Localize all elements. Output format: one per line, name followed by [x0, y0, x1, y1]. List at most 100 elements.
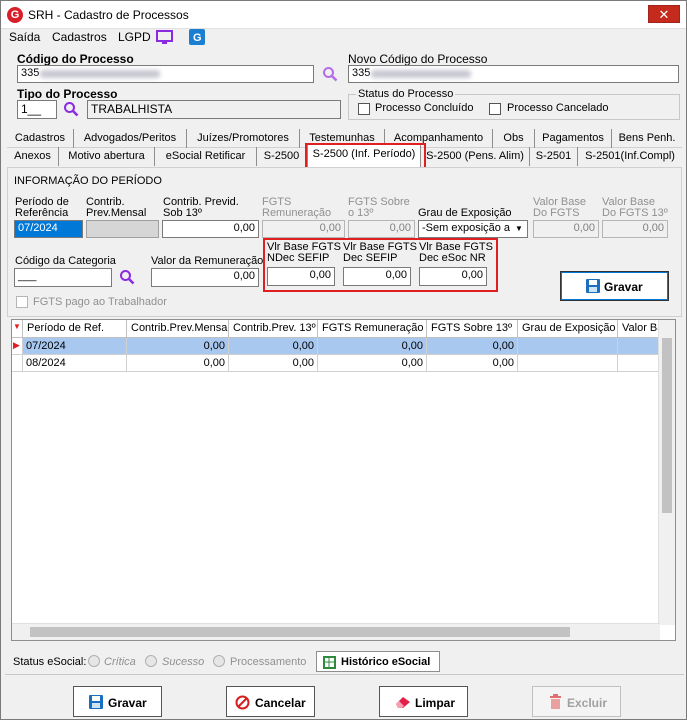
- codigo-value: 335: [21, 67, 40, 79]
- table-row-cell[interactable]: [618, 355, 660, 372]
- grid-header-valor-base[interactable]: Valor Base: [618, 320, 660, 338]
- critica-radio[interactable]: [88, 655, 100, 667]
- limpar-label: Limpar: [415, 696, 456, 710]
- historico-label: Histórico eSocial: [341, 656, 431, 668]
- periodo-ref-input[interactable]: 07/2024: [14, 220, 83, 238]
- cancelar-button[interactable]: Cancelar: [226, 686, 315, 717]
- tipo-label: Tipo do Processo: [17, 87, 118, 101]
- gravar-button[interactable]: Gravar: [73, 686, 162, 717]
- tab-s2501-inf-compl[interactable]: S-2501(Inf.Compl): [578, 147, 682, 166]
- vb-fgts13-input[interactable]: 0,00: [602, 220, 668, 238]
- periodo-gravar-button[interactable]: Gravar: [560, 271, 669, 301]
- table-row-cell[interactable]: 0,00: [127, 338, 229, 355]
- processo-cancelado-checkbox[interactable]: [489, 103, 501, 115]
- periodo-grid[interactable]: ▼ Período de Ref. Contrib.Prev.Mensal Co…: [11, 319, 676, 641]
- categoria-input[interactable]: ___: [14, 268, 112, 287]
- menu-cadastros[interactable]: Cadastros: [52, 30, 107, 44]
- tab-s2501[interactable]: S-2501: [530, 147, 578, 166]
- grau-label: Grau de Exposição: [418, 207, 512, 219]
- processamento-radio[interactable]: [213, 655, 225, 667]
- table-row-cell[interactable]: 08/2024: [23, 355, 127, 372]
- tab-s2500[interactable]: S-2500: [257, 147, 307, 166]
- fgts-pago-checkbox[interactable]: [16, 296, 28, 308]
- grid-row-indicator: [12, 355, 23, 372]
- sucesso-label: Sucesso: [162, 656, 205, 668]
- tab-anexos[interactable]: Anexos: [7, 147, 59, 166]
- valor-rem-input[interactable]: 0,00: [151, 268, 259, 287]
- fgts-fields-highlight-box: [263, 238, 498, 292]
- brand-g-icon[interactable]: G: [189, 29, 205, 45]
- fgts-13-label: FGTS Sobre o 13º: [348, 196, 410, 219]
- table-row-cell[interactable]: [518, 338, 618, 355]
- grau-select-value: -Sem exposição a: [422, 222, 511, 234]
- table-row-cell[interactable]: 0,00: [318, 338, 427, 355]
- tab-juizes[interactable]: Juízes/Promotores: [187, 129, 300, 148]
- table-row-cell[interactable]: 0,00: [127, 355, 229, 372]
- tab-cadastros[interactable]: Cadastros: [7, 129, 74, 148]
- novo-codigo-value: 335: [352, 67, 371, 79]
- processamento-label: Processamento: [230, 656, 307, 668]
- table-row-cell[interactable]: 0,00: [229, 338, 318, 355]
- search-icon[interactable]: [322, 66, 338, 82]
- fgts-13-input[interactable]: 0,00: [348, 220, 415, 238]
- menu-bar: Saída Cadastros LGPD G: [1, 29, 686, 47]
- table-row-cell[interactable]: [518, 355, 618, 372]
- tab-s2500-pens-alim[interactable]: S-2500 (Pens. Alim): [421, 147, 530, 166]
- processo-concluido-checkbox[interactable]: [358, 103, 370, 115]
- app-logo-icon: G: [7, 7, 23, 23]
- tab-pagamentos[interactable]: Pagamentos: [535, 129, 612, 148]
- main-window: G SRH - Cadastro de Processos ✕ Saída Ca…: [0, 0, 687, 720]
- contrib-13-input[interactable]: 0,00: [162, 220, 259, 238]
- contrib-mensal-label: Contrib. Prev.Mensal: [86, 196, 147, 219]
- grid-header-periodo[interactable]: Período de Ref.: [23, 320, 127, 338]
- codigo-input[interactable]: 335: [17, 65, 314, 83]
- tab-obs[interactable]: Obs: [493, 129, 535, 148]
- categoria-label: Código da Categoria: [15, 255, 116, 267]
- grid-header-fgts-rem[interactable]: FGTS Remuneração: [318, 320, 427, 338]
- historico-esocial-button[interactable]: Histórico eSocial: [316, 651, 440, 672]
- grid-horizontal-scrollbar[interactable]: [12, 623, 660, 640]
- contrib-13-label: Contrib. Previd. Sob 13º: [163, 196, 239, 219]
- vb-fgts-label: Valor Base Do FGTS: [533, 196, 586, 219]
- scrollbar-thumb[interactable]: [30, 627, 570, 637]
- chevron-down-icon[interactable]: ▼: [512, 222, 526, 236]
- tipo-code-input[interactable]: 1__: [17, 100, 57, 119]
- grid-header-contrib-mensal[interactable]: Contrib.Prev.Mensal: [127, 320, 229, 338]
- grid-header-contrib-13[interactable]: Contrib.Prev. 13º: [229, 320, 318, 338]
- close-button[interactable]: ✕: [648, 5, 680, 23]
- novo-codigo-label: Novo Código do Processo: [348, 52, 488, 66]
- monitor-icon[interactable]: [156, 30, 174, 45]
- sucesso-radio[interactable]: [145, 655, 157, 667]
- processo-cancelado-label: Processo Cancelado: [507, 102, 609, 114]
- table-row-cell[interactable]: 0,00: [427, 355, 518, 372]
- menu-lgpd[interactable]: LGPD: [118, 30, 151, 44]
- search-icon[interactable]: [119, 269, 135, 285]
- table-row-cell[interactable]: 0,00: [318, 355, 427, 372]
- fgts-rem-input[interactable]: 0,00: [262, 220, 345, 238]
- limpar-button[interactable]: Limpar: [379, 686, 468, 717]
- tab-bens-penh[interactable]: Bens Penh.: [612, 129, 682, 148]
- table-row-cell[interactable]: 0,00: [229, 355, 318, 372]
- novo-codigo-input[interactable]: 335: [348, 65, 679, 83]
- table-row-cell[interactable]: 0,00: [427, 338, 518, 355]
- tab-motivo-abertura[interactable]: Motivo abertura: [59, 147, 155, 166]
- scrollbar-thumb[interactable]: [662, 338, 672, 513]
- table-row-cell[interactable]: [618, 338, 660, 355]
- trash-icon: [550, 694, 561, 709]
- vb-fgts-input[interactable]: 0,00: [533, 220, 599, 238]
- tab-advogados[interactable]: Advogados/Peritos: [74, 129, 187, 148]
- grid-header-grau[interactable]: Grau de Exposição: [518, 320, 618, 338]
- tab-esocial-retificar[interactable]: eSocial Retificar: [155, 147, 257, 166]
- table-row-cell[interactable]: 07/2024: [23, 338, 127, 355]
- grau-select[interactable]: -Sem exposição a ▼: [418, 220, 528, 238]
- valor-rem-label: Valor da Remuneração: [151, 255, 264, 267]
- menu-saida[interactable]: Saída: [9, 30, 40, 44]
- excluir-label: Excluir: [567, 696, 608, 710]
- codigo-label: Código do Processo: [17, 52, 134, 66]
- grid-header-fgts-13[interactable]: FGTS Sobre 13º: [427, 320, 518, 338]
- search-icon[interactable]: [63, 101, 79, 117]
- excluir-button[interactable]: Excluir: [532, 686, 621, 717]
- contrib-mensal-input[interactable]: [86, 220, 159, 238]
- grid-vertical-scrollbar[interactable]: [658, 320, 675, 625]
- sort-down-icon: ▼: [13, 322, 21, 331]
